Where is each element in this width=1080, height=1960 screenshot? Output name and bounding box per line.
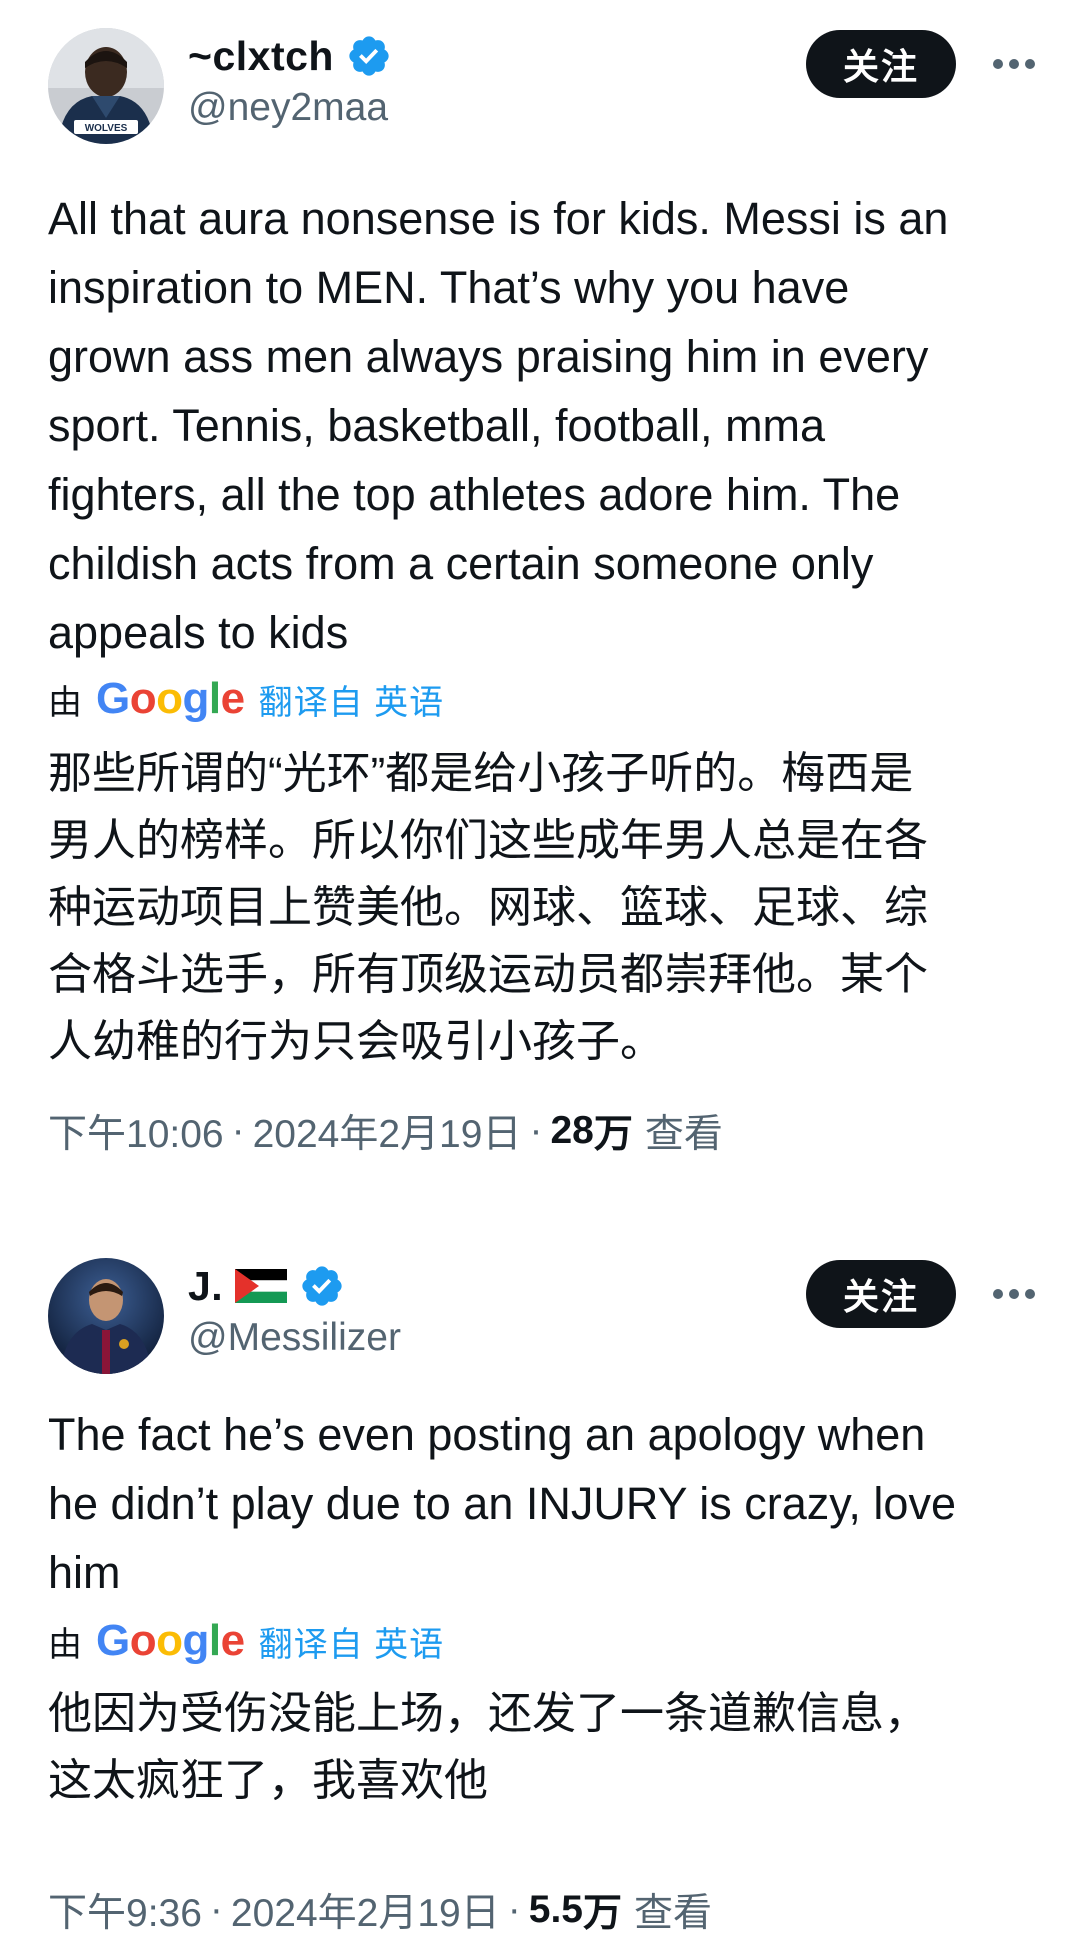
tweet-meta: 下午9:36 · 2024年2月19日 · 5.5 万 查看: [48, 1882, 712, 1938]
author-handle[interactable]: @ney2maa: [188, 86, 388, 130]
translation-attribution: 由 Google 翻译自 英语: [48, 1613, 444, 1669]
views-label: 查看: [644, 1113, 723, 1156]
google-logo: Google: [96, 1616, 245, 1665]
tweet-date[interactable]: 2024年2月19日: [231, 1882, 500, 1938]
avatar-image: [48, 1258, 164, 1374]
translated-from-link[interactable]: 翻译自 英语: [259, 675, 444, 724]
tweet-text: All that aura nonsense is for kids. Mess…: [48, 193, 949, 658]
meta-separator: ·: [209, 1888, 223, 1931]
author-name-row[interactable]: J.: [188, 1258, 345, 1314]
translated-from-link[interactable]: 翻译自 英语: [259, 1617, 444, 1666]
author-handle[interactable]: @Messilizer: [188, 1316, 401, 1360]
avatar-image: WOLVES: [48, 28, 164, 144]
author-display-name[interactable]: ~clxtch: [188, 33, 334, 80]
author-name-row[interactable]: ~clxtch: [188, 28, 392, 84]
verified-badge-icon: [349, 36, 389, 76]
more-options-icon: [993, 1289, 1035, 1299]
more-options-icon: [993, 59, 1035, 69]
translated-by-label: 由: [48, 683, 82, 722]
meta-separator: ·: [507, 1888, 521, 1931]
views-count: 5.5: [528, 1888, 583, 1931]
avatar-jersey-text: WOLVES: [85, 123, 128, 134]
follow-button[interactable]: 关注: [806, 1260, 956, 1328]
tweet-date[interactable]: 2024年2月19日: [253, 1103, 522, 1159]
author-display-name[interactable]: J.: [188, 1263, 223, 1310]
views-unit: 万: [593, 1113, 633, 1156]
tweet-text: The fact he’s even posting an apology wh…: [48, 1409, 956, 1598]
tweet-time[interactable]: 下午9:36: [48, 1882, 202, 1938]
avatar[interactable]: WOLVES: [48, 28, 164, 144]
translated-text: 那些所谓的“光环”都是给小孩子听的。梅西是 男人的榜样。所以你们这些成年男人总是…: [48, 749, 928, 1066]
translation-attribution: 由 Google 翻译自 英语: [48, 671, 444, 727]
palestine-flag-icon: [235, 1269, 288, 1303]
meta-separator: ·: [231, 1109, 245, 1152]
more-options-button[interactable]: [984, 1266, 1044, 1322]
verified-badge-icon: [302, 1266, 342, 1306]
more-options-button[interactable]: [984, 36, 1044, 92]
translated-by-label: 由: [48, 1625, 82, 1664]
views-count: 28: [550, 1109, 594, 1152]
tweet-time[interactable]: 下午10:06: [48, 1103, 224, 1159]
avatar[interactable]: [48, 1258, 164, 1374]
translated-text: 他因为受伤没能上场，还发了一条道歉信息， 这太疯狂了，我喜欢他: [48, 1689, 928, 1805]
meta-separator: ·: [529, 1109, 543, 1152]
views-unit: 万: [582, 1892, 622, 1935]
tweet-meta: 下午10:06 · 2024年2月19日 · 28 万 查看: [48, 1103, 723, 1159]
google-logo: Google: [96, 674, 245, 723]
follow-button[interactable]: 关注: [806, 30, 956, 98]
views-label: 查看: [633, 1892, 712, 1935]
